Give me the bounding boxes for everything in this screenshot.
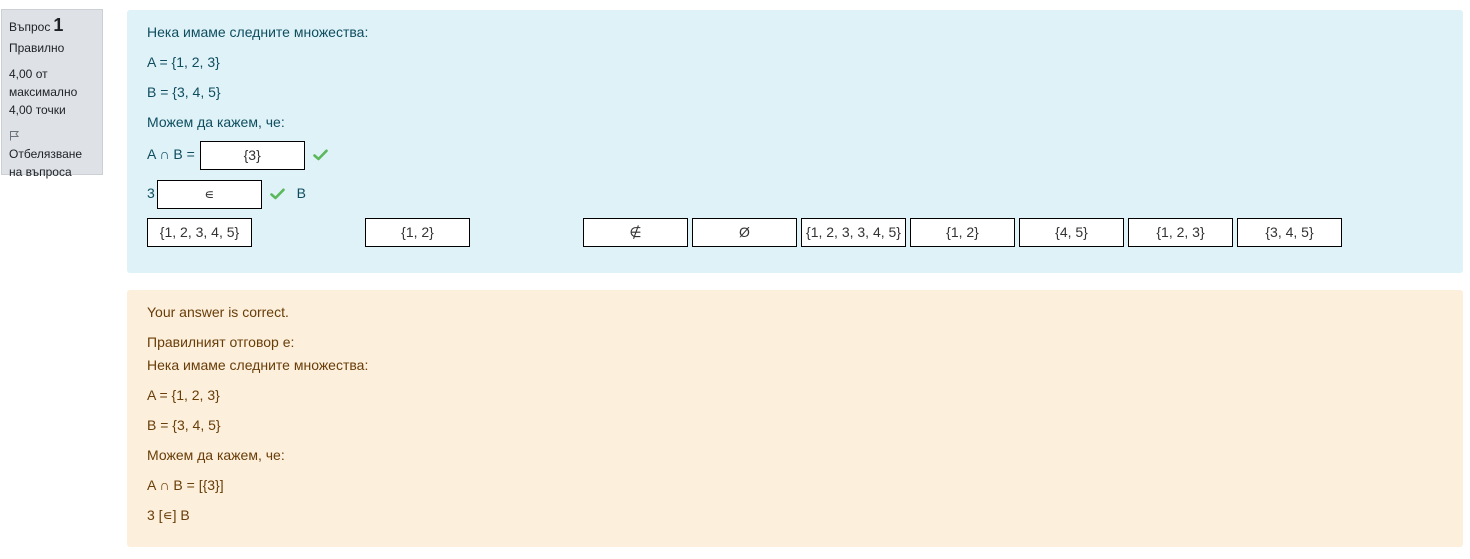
question-number-value: 1 [53, 15, 64, 35]
statement-row-1: A ∩ B = {3} [147, 141, 328, 170]
drop-zone-2[interactable]: ∊ [156, 180, 262, 209]
set-b-definition: B = {3, 4, 5} [147, 84, 221, 100]
question-grade: 4,00 от максимално 4,00 точки [9, 67, 78, 117]
statement-1-prefix: A ∩ B = [147, 146, 195, 163]
feedback-prompt: Можем да кажем, че: [147, 447, 285, 463]
drag-choice[interactable]: ∉ [583, 218, 688, 247]
right-answer-label: Правилният отговор е: [147, 334, 295, 350]
drag-choice[interactable]: {1, 2} [365, 218, 470, 247]
feedback-row-2: 3 [∊] B [147, 507, 190, 523]
question-state: Правилно [9, 41, 65, 55]
drag-choice[interactable]: {1, 2} [910, 218, 1015, 247]
drag-choice[interactable]: Ø [692, 218, 797, 247]
correct-check-icon [269, 187, 285, 203]
question-number: Въпрос 1 [9, 16, 95, 36]
drag-choice[interactable]: {3, 4, 5} [1237, 218, 1342, 247]
drag-choice[interactable]: {1, 2, 3, 3, 4, 5} [801, 218, 906, 247]
flag-question-link[interactable]: Отбелязване на въпроса [9, 127, 95, 181]
question-intro: Нека имаме следните множества: [147, 24, 369, 40]
feedback-set-b: B = {3, 4, 5} [147, 417, 221, 433]
question-info: Въпрос 1 Правилно 4,00 от максимално 4,00… [1, 9, 103, 179]
question-prompt: Можем да кажем, че: [147, 114, 285, 130]
drag-choice[interactable]: {1, 2, 3} [1128, 218, 1233, 247]
question-formulation: Нека имаме следните множества: A = {1, 2… [127, 10, 1463, 273]
drop-zone-1[interactable]: {3} [199, 141, 305, 170]
drag-choice[interactable]: {1, 2, 3, 4, 5} [147, 218, 252, 247]
feedback-set-a: A = {1, 2, 3} [147, 387, 220, 403]
question-label: Въпрос [9, 20, 51, 34]
correct-check-icon [312, 148, 328, 164]
feedback-intro: Нека имаме следните множества: [147, 357, 369, 373]
set-a-definition: A = {1, 2, 3} [147, 54, 220, 70]
statement-2-suffix: B [296, 185, 306, 202]
answer-feedback: Your answer is correct. Правилният отгов… [127, 290, 1463, 547]
flag-icon [10, 131, 20, 141]
flag-question-label: Отбелязване на въпроса [9, 147, 83, 179]
feedback-row-1: A ∩ B = [{3}] [147, 477, 224, 493]
drag-choice[interactable]: {4, 5} [1019, 218, 1124, 247]
statement-2-prefix: 3 [147, 185, 155, 202]
statement-row-2: 3 ∊ B [147, 180, 306, 209]
feedback-result: Your answer is correct. [147, 304, 289, 320]
